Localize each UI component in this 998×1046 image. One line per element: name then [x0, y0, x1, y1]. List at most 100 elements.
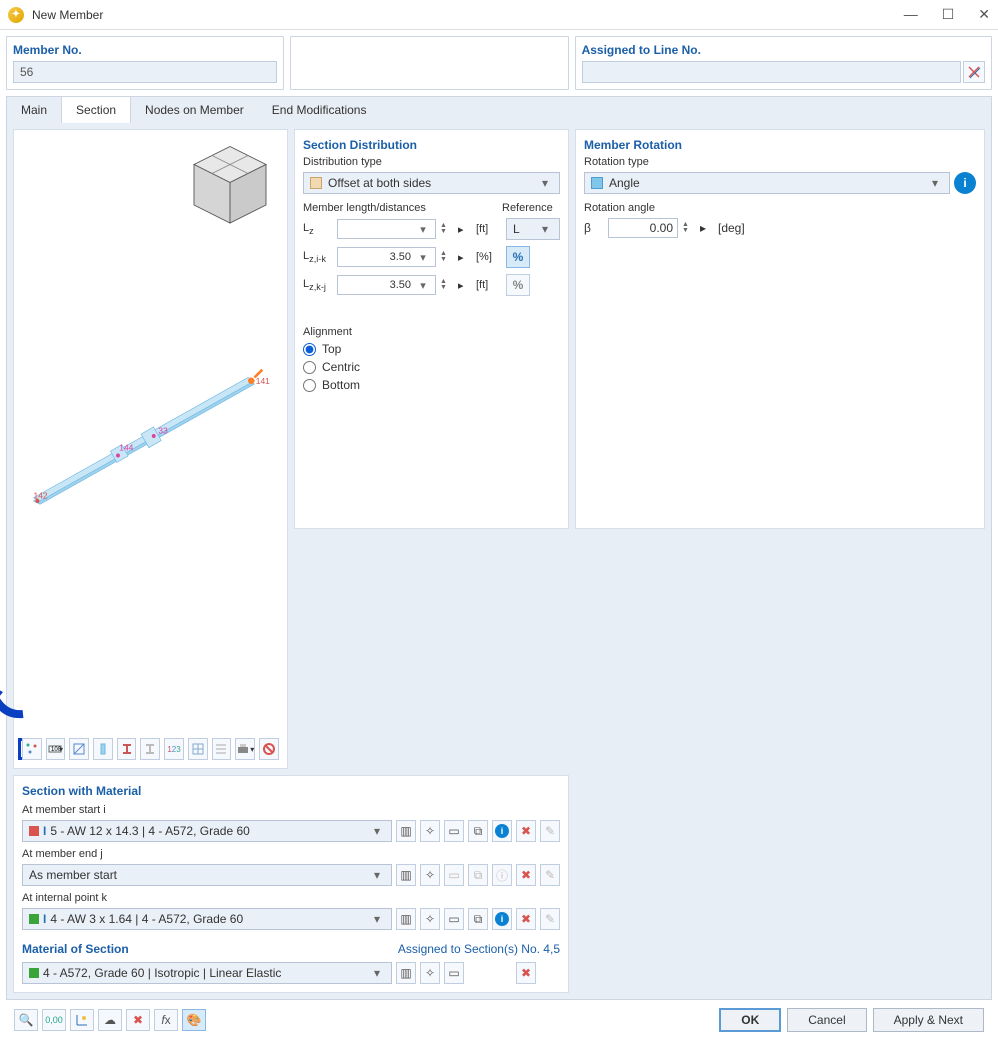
apply-next-button[interactable]: Apply & Next — [873, 1008, 984, 1032]
edit-icon[interactable]: ▭ — [444, 908, 464, 930]
spacer-panel — [290, 36, 568, 90]
stepper-icon[interactable]: ▲▼ — [440, 223, 454, 235]
chevron-down-icon: ▾ — [369, 966, 385, 980]
preview-viewport[interactable]: 141 33 144 142 100▾ — [13, 129, 288, 769]
info-icon[interactable]: i — [954, 172, 976, 194]
library-icon[interactable]: ▥ — [396, 820, 416, 842]
assigned-panel: Assigned to Line No. — [575, 36, 992, 90]
len-label: Member length/distances — [303, 202, 426, 214]
lzkj-sym: Lz,k-j — [303, 278, 333, 292]
play-icon[interactable]: ▸ — [458, 279, 472, 292]
delete-icon[interactable]: ✖ — [516, 962, 536, 984]
stepper-icon[interactable]: ▲▼ — [440, 279, 454, 291]
ibeam-icon: I — [43, 824, 46, 838]
start-section-select[interactable]: I5 - AW 12 x 14.3 | 4 - A572, Grade 60 ▾ — [22, 820, 392, 842]
vt-section-left-icon[interactable] — [93, 738, 113, 760]
library-icon[interactable]: ▥ — [396, 962, 416, 984]
percent-button[interactable]: % — [506, 274, 530, 296]
play-icon[interactable]: ▸ — [700, 221, 714, 235]
cloud-tool-icon[interactable]: ☁ — [98, 1009, 122, 1031]
start-label: At member start i — [22, 804, 560, 816]
axes-tool-icon[interactable] — [70, 1009, 94, 1031]
play-icon[interactable]: ▸ — [458, 223, 472, 236]
minimize-button[interactable]: — — [904, 6, 918, 23]
rot-type-label: Rotation type — [584, 156, 976, 168]
ok-button[interactable]: OK — [719, 1008, 781, 1032]
units-tool-icon[interactable]: 0,00 — [42, 1009, 66, 1031]
tab-end[interactable]: End Modifications — [258, 97, 381, 123]
lzik-sym: Lz,i-k — [303, 250, 333, 264]
dist-type-select[interactable]: Offset at both sides ▾ — [303, 172, 560, 194]
vt-print-icon[interactable]: ▾ — [235, 738, 255, 760]
copy-icon[interactable]: ⧉ — [468, 908, 488, 930]
end-section-select[interactable]: As member start ▾ — [22, 864, 392, 886]
maximize-button[interactable]: ☐ — [942, 6, 955, 23]
delete-icon[interactable]: ✖ — [516, 908, 536, 930]
align-top-radio[interactable]: Top — [303, 342, 560, 356]
vt-length-icon[interactable]: 100▾ — [46, 738, 66, 760]
section-material-panel: Section with Material At member start i … — [13, 775, 569, 993]
new-icon[interactable]: ✧ — [420, 908, 440, 930]
node-144: 144 — [119, 442, 133, 452]
new-icon[interactable]: ✧ — [420, 820, 440, 842]
material-select[interactable]: 4 - A572, Grade 60 | Isotropic | Linear … — [22, 962, 392, 984]
vt-section-i2-icon[interactable] — [140, 738, 160, 760]
library-icon[interactable]: ▥ — [396, 864, 416, 886]
ref-select[interactable]: L▾ — [506, 218, 560, 240]
filter-icon[interactable]: ✎ — [540, 820, 560, 842]
filter-icon[interactable]: ✎ — [540, 908, 560, 930]
member-no-input[interactable]: 56 — [13, 61, 277, 83]
info-icon[interactable]: i — [492, 908, 512, 930]
vt-num-icon[interactable]: 123 — [164, 738, 184, 760]
clear-assigned-icon[interactable] — [963, 61, 985, 83]
percent-button-active[interactable]: % — [506, 246, 530, 268]
beta-input[interactable]: 0.00 — [608, 218, 678, 238]
new-icon[interactable]: ✧ — [420, 864, 440, 886]
delete-icon[interactable]: ✖ — [516, 820, 536, 842]
copy-icon[interactable]: ⧉ — [468, 820, 488, 842]
align-bottom-radio[interactable]: Bottom — [303, 378, 560, 392]
callout-arrow-icon — [0, 674, 31, 722]
vt-list-icon[interactable] — [212, 738, 232, 760]
search-tool-icon[interactable]: 🔍 — [14, 1009, 38, 1031]
chevron-down-icon: ▾ — [927, 176, 943, 190]
section-distribution-title: Section Distribution — [303, 138, 560, 152]
vt-points-icon[interactable] — [22, 738, 42, 760]
start-value: 5 - AW 12 x 14.3 | 4 - A572, Grade 60 — [50, 824, 249, 838]
vt-reset-icon[interactable] — [259, 738, 279, 760]
tab-section[interactable]: Section — [61, 96, 131, 123]
tab-main[interactable]: Main — [7, 97, 61, 123]
assigned-label: Assigned to Line No. — [582, 43, 985, 57]
tab-row: Main Section Nodes on Member End Modific… — [6, 96, 992, 123]
green-swatch-icon — [29, 968, 39, 978]
play-icon[interactable]: ▸ — [458, 251, 472, 264]
vt-frame-icon[interactable] — [69, 738, 89, 760]
info-icon[interactable]: i — [492, 820, 512, 842]
align-centric-radio[interactable]: Centric — [303, 360, 560, 374]
edit-icon[interactable]: ▭ — [444, 820, 464, 842]
stepper-icon[interactable]: ▲▼ — [682, 222, 696, 234]
cancel-button[interactable]: Cancel — [787, 1008, 866, 1032]
vt-section-i-icon[interactable] — [117, 738, 137, 760]
lz-input[interactable]: ▾ — [337, 219, 436, 239]
titlebar: ✦ New Member — ☐ ✕ — [0, 0, 998, 30]
new-icon[interactable]: ✧ — [420, 962, 440, 984]
lzik-input[interactable]: 3.50▾ — [337, 247, 436, 267]
k-section-select[interactable]: I4 - AW 3 x 1.64 | 4 - A572, Grade 60 ▾ — [22, 908, 392, 930]
stepper-icon[interactable]: ▲▼ — [440, 251, 454, 263]
edit-icon[interactable]: ▭ — [444, 962, 464, 984]
mat-assigned: Assigned to Section(s) No. 4,5 — [398, 942, 560, 956]
palette-tool-icon[interactable]: 🎨 — [182, 1009, 206, 1031]
lzkj-input[interactable]: 3.50▾ — [337, 275, 436, 295]
vt-grid-icon[interactable] — [188, 738, 208, 760]
fx-tool-icon[interactable]: fx — [154, 1009, 178, 1031]
delete-tool-icon[interactable]: ✖ — [126, 1009, 150, 1031]
assigned-input[interactable] — [582, 61, 961, 83]
library-icon[interactable]: ▥ — [396, 908, 416, 930]
ref-value: L — [513, 222, 520, 236]
tab-nodes[interactable]: Nodes on Member — [131, 97, 258, 123]
alignment-label: Alignment — [303, 326, 560, 338]
rot-type-select[interactable]: Angle ▾ — [584, 172, 950, 194]
close-button[interactable]: ✕ — [978, 6, 990, 23]
delete-icon[interactable]: ✖ — [516, 864, 536, 886]
